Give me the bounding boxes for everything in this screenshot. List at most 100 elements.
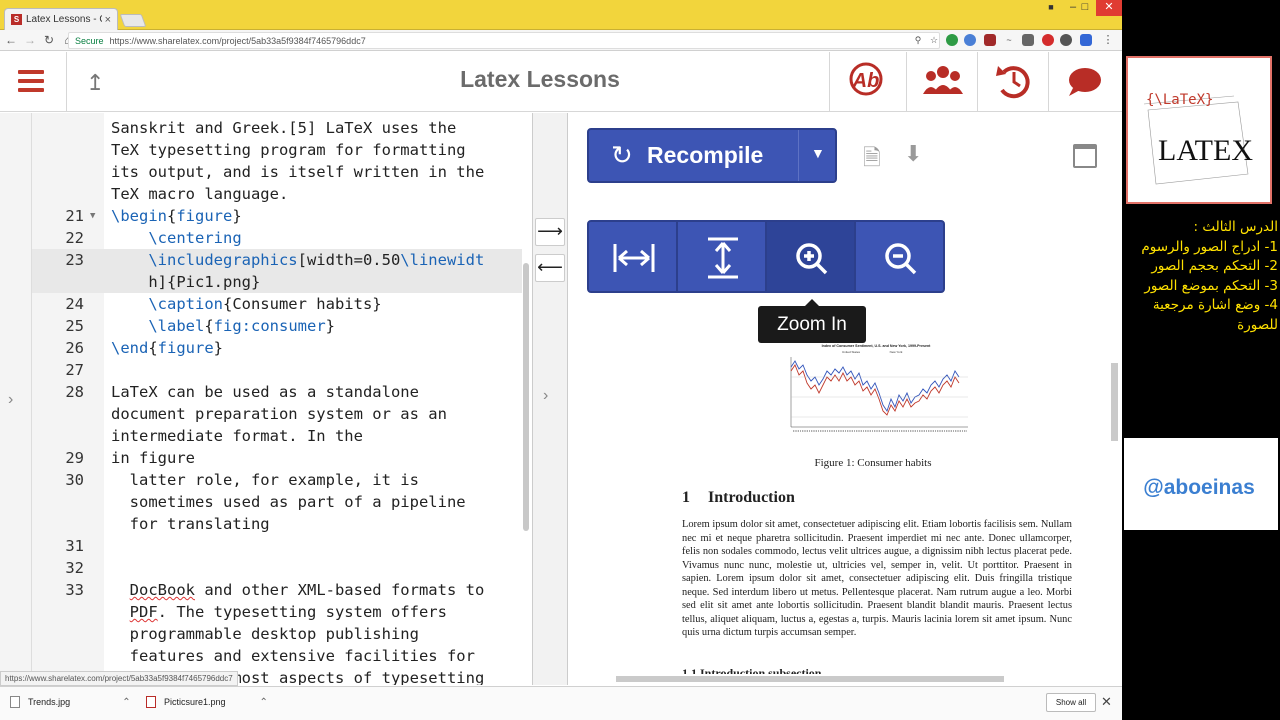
download-filename: Picticsure1.png <box>164 697 226 707</box>
forward-icon[interactable]: → <box>22 33 38 47</box>
line-text: h]{Pic1.png} <box>111 273 261 291</box>
fullscreen-icon[interactable] <box>1073 144 1097 168</box>
code-line[interactable]: h]{Pic1.png} <box>32 271 522 293</box>
code-line[interactable]: for translating <box>32 513 522 535</box>
hamburger-bar <box>18 88 44 92</box>
code-line[interactable]: features and extensive facilities for <box>32 645 522 667</box>
editor-scrollbar[interactable] <box>523 263 529 531</box>
code-line[interactable]: 24 \caption{Consumer habits} <box>32 293 522 315</box>
extension-doc-icon[interactable] <box>1080 34 1092 46</box>
download-pdf-icon[interactable]: ⬇ <box>904 141 922 167</box>
pdf-vscroll-thumb[interactable] <box>1111 363 1118 441</box>
extension-dark-icon[interactable] <box>1060 34 1072 46</box>
code-line[interactable]: 30 latter role, for example, it is <box>32 469 522 491</box>
lesson-line: 3- التحكم بموضع الصور <box>1144 277 1278 294</box>
extension-green-icon[interactable] <box>946 34 958 46</box>
new-tab-button[interactable] <box>119 14 147 27</box>
line-number: 31 <box>65 537 84 555</box>
history-button[interactable] <box>977 52 1048 112</box>
pdf-viewer: ↻ Recompile ▼ 🗎 ⬇ Zoom In Index of Consu… <box>568 113 1122 685</box>
review-button[interactable]: Ab <box>829 52 900 112</box>
logs-icon[interactable]: 🗎 <box>863 141 881 179</box>
zoom-out-button[interactable] <box>856 222 943 291</box>
code-line[interactable]: 31 <box>32 535 522 557</box>
code-line[interactable]: sometimes used as part of a pipeline <box>32 491 522 513</box>
line-number: 30 <box>65 471 84 489</box>
sync-to-code-arrow-icon[interactable]: ⟵ <box>535 254 565 282</box>
fit-width-button[interactable] <box>589 222 678 291</box>
chrome-menu-icon[interactable]: ⋮ <box>1102 34 1114 46</box>
lesson-line: 2- التحكم بحجم الصور <box>1151 258 1278 274</box>
line-text: latter role, for example, it is <box>111 471 419 489</box>
code-line[interactable]: 22 \centering <box>32 227 522 249</box>
extension-wave-icon[interactable]: ~ <box>1003 34 1015 46</box>
code-line[interactable]: TeX macro language. <box>32 183 522 205</box>
zoom-out-icon <box>885 243 917 275</box>
figure-caption: Figure 1: Consumer habits <box>814 457 932 469</box>
code-line[interactable]: 33 DocBook and other XML-based formats t… <box>32 579 522 601</box>
line-text: in figure <box>111 449 195 467</box>
download-item[interactable]: Picticsure1.png ⌃ <box>146 696 268 708</box>
recompile-dropdown-icon[interactable]: ▼ <box>811 145 825 161</box>
url-input[interactable]: Secure https://www.sharelatex.com/projec… <box>68 32 940 49</box>
code-line[interactable]: 29 in figure <box>32 447 522 469</box>
pdf-hscroll-thumb[interactable] <box>616 676 1004 682</box>
line-text: for translating <box>111 515 270 533</box>
close-download-bar-icon[interactable]: ✕ <box>1101 694 1112 710</box>
code-line[interactable]: 21 ▼ \begin{figure} <box>32 205 522 227</box>
window-close-button[interactable]: ✕ <box>1096 0 1122 16</box>
pdf-vertical-scrollbar[interactable] <box>1109 201 1121 671</box>
bookmark-star-icon[interactable]: ☆ <box>928 34 940 46</box>
browser-tab[interactable]: S Latex Lessons - Online L × <box>4 8 118 30</box>
maximize-button[interactable]: □ <box>1074 0 1096 16</box>
tab-close-icon[interactable]: × <box>105 14 111 26</box>
back-icon[interactable]: ← <box>3 33 19 47</box>
code-line[interactable]: 27 <box>32 359 522 381</box>
chevron-up-icon[interactable]: ⌃ <box>260 697 268 708</box>
code-line[interactable]: PDF. The typesetting system offers <box>32 601 522 623</box>
code-line[interactable]: 32 <box>32 557 522 579</box>
opera-icon[interactable] <box>1042 34 1054 46</box>
recompile-button[interactable]: ↻ Recompile ▼ <box>587 128 837 183</box>
back-to-projects-icon[interactable]: ↥ <box>86 70 104 96</box>
code-line[interactable]: programmable desktop publishing <box>32 623 522 645</box>
expand-sidebar-chevron-icon[interactable]: › <box>8 391 13 409</box>
show-all-button[interactable]: Show all <box>1046 693 1096 712</box>
chevron-up-icon[interactable]: ⌃ <box>122 697 130 708</box>
zoom-in-button[interactable] <box>767 222 856 291</box>
extension-blue-icon[interactable] <box>964 34 976 46</box>
hamburger-bar <box>18 70 44 74</box>
logo-main-text: LATEX <box>1158 134 1253 167</box>
recompile-divider <box>798 130 799 181</box>
code-line[interactable]: Sanskrit and Greek.[5] LaTeX uses the <box>32 117 522 139</box>
chart-legend-ny: New York <box>890 350 903 354</box>
extension-red-icon[interactable] <box>984 34 996 46</box>
zoom-icon[interactable]: ⚲ <box>912 34 924 46</box>
chat-button[interactable] <box>1048 52 1119 112</box>
code-line[interactable]: document preparation system or as an <box>32 403 522 425</box>
code-line[interactable]: 25 \label{fig:consumer} <box>32 315 522 337</box>
download-item[interactable]: Trends.jpg ⌃ <box>10 696 131 708</box>
code-line[interactable]: 28 LaTeX can be used as a standalone <box>32 381 522 403</box>
code-line[interactable]: intermediate format. In the <box>32 425 522 447</box>
pdf-horizontal-scrollbar[interactable] <box>568 673 1109 685</box>
extension-gray-icon[interactable] <box>1022 34 1034 46</box>
code-line[interactable]: TeX typesetting program for formatting <box>32 139 522 161</box>
menu-button[interactable] <box>0 52 67 112</box>
code-line[interactable]: 23 \includegraphics[width=0.50\linewidt <box>32 249 522 271</box>
reload-icon[interactable]: ↻ <box>41 33 57 47</box>
refresh-icon: ↻ <box>611 140 633 170</box>
editor-collapse-strip <box>0 113 32 685</box>
divider-chevron-icon[interactable]: › <box>543 387 548 405</box>
code-line[interactable]: 26 \end{figure} <box>32 337 522 359</box>
sync-to-pdf-arrow-icon[interactable]: ⟶ <box>535 218 565 246</box>
channel-handle-box: @aboeinas <box>1124 438 1278 530</box>
fold-caret-icon[interactable]: ▼ <box>90 205 95 227</box>
file-icon <box>146 696 156 708</box>
code-line[interactable]: its output, and is itself written in the <box>32 161 522 183</box>
code-editor[interactable]: › Sanskrit and Greek.[5] LaTeX uses the T… <box>0 113 533 685</box>
fit-height-button[interactable] <box>678 222 767 291</box>
review-icon: Ab <box>849 62 883 96</box>
profile-icon[interactable]: ■ <box>1040 0 1062 16</box>
share-button[interactable] <box>906 52 977 112</box>
